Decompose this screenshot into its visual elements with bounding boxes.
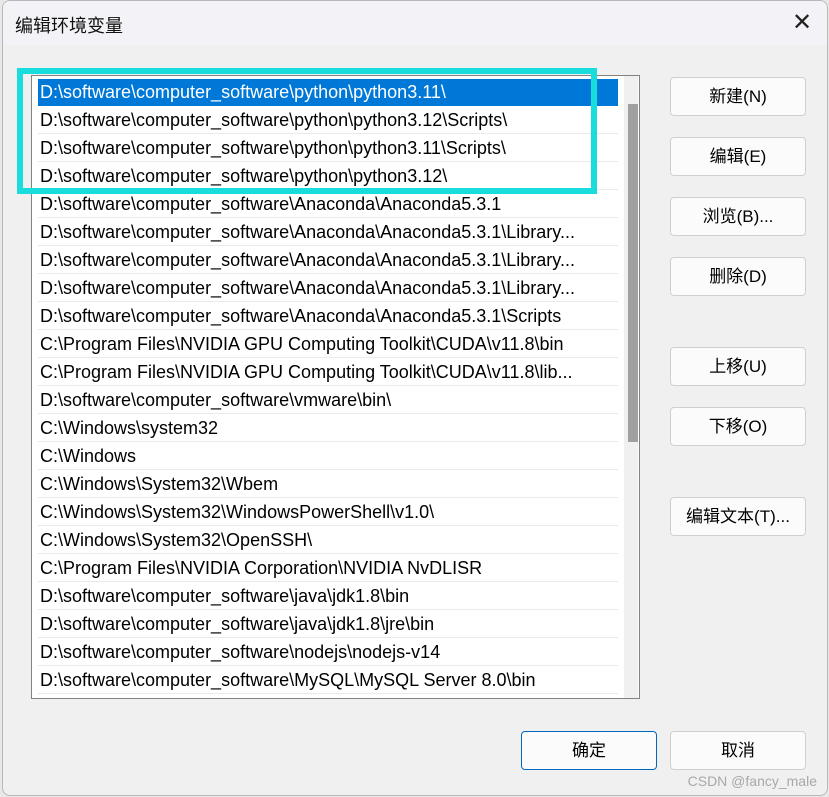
- dialog-title: 编辑环境变量: [15, 16, 123, 36]
- delete-button[interactable]: 删除(D): [670, 257, 806, 296]
- edit-text-button[interactable]: 编辑文本(T)...: [670, 497, 806, 536]
- list-item[interactable]: C:\Windows\System32\WindowsPowerShell\v1…: [38, 499, 618, 526]
- path-list[interactable]: D:\software\computer_software\MySQL\MySQ…: [31, 75, 640, 699]
- list-item[interactable]: D:\software\computer_software\vmware\bin…: [38, 387, 618, 414]
- list-item[interactable]: D:\software\computer_software\nodejs\nod…: [38, 639, 618, 666]
- list-item[interactable]: D:\software\computer_software\Anaconda\A…: [38, 247, 618, 274]
- list-item[interactable]: C:\Program Files\NVIDIA GPU Computing To…: [38, 359, 618, 386]
- list-item[interactable]: D:\software\computer_software\python\pyt…: [38, 135, 618, 162]
- list-item[interactable]: C:\Windows\system32: [38, 415, 618, 442]
- browse-button[interactable]: 浏览(B)...: [670, 197, 806, 236]
- list-item[interactable]: D:\software\computer_software\Anaconda\A…: [38, 191, 618, 218]
- list-item[interactable]: D:\software\computer_software\Anaconda\A…: [38, 219, 618, 246]
- move-up-button[interactable]: 上移(U): [670, 347, 806, 386]
- title-bar: 编辑环境变量 ✕: [3, 1, 827, 45]
- list-item[interactable]: D:\software\computer_software\MySQL\MySQ…: [38, 667, 618, 694]
- close-icon[interactable]: ✕: [785, 7, 819, 39]
- list-item[interactable]: D:\software\computer_software\python\pyt…: [38, 107, 618, 134]
- list-item[interactable]: D:\software\computer_software\python\pyt…: [38, 163, 618, 190]
- watermark: CSDN @fancy_male: [687, 773, 817, 789]
- list-item[interactable]: C:\Windows\System32\OpenSSH\: [38, 527, 618, 554]
- edit-button[interactable]: 编辑(E): [670, 137, 806, 176]
- list-item[interactable]: C:\Windows\System32\Wbem: [38, 471, 618, 498]
- list-item[interactable]: C:\Program Files\NVIDIA Corporation\NVID…: [38, 555, 618, 582]
- move-down-button[interactable]: 下移(O): [670, 407, 806, 446]
- list-item[interactable]: C:\Windows: [38, 443, 618, 470]
- cancel-button[interactable]: 取消: [670, 731, 806, 770]
- new-button[interactable]: 新建(N): [670, 77, 806, 116]
- list-item[interactable]: D:\software\computer_software\java\jdk1.…: [38, 611, 618, 638]
- list-item[interactable]: D:\software\computer_software\python\pyt…: [38, 79, 618, 106]
- edit-env-var-dialog: 编辑环境变量 ✕ D:\software\computer_software\M…: [2, 0, 828, 796]
- list-item[interactable]: D:\software\computer_software\Anaconda\A…: [38, 275, 618, 302]
- list-item[interactable]: D:\software\computer_software\java\jdk1.…: [38, 583, 618, 610]
- list-item[interactable]: D:\software\computer_software\Anaconda\A…: [38, 303, 618, 330]
- list-item[interactable]: C:\Program Files\NVIDIA GPU Computing To…: [38, 331, 618, 358]
- scrollbar-thumb[interactable]: [628, 104, 638, 442]
- ok-button[interactable]: 确定: [521, 731, 657, 770]
